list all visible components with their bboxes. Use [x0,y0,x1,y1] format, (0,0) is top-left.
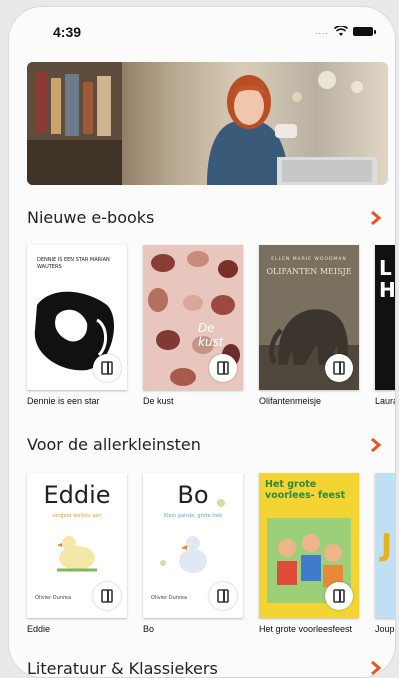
cover-title: DENNIE IS EEN STAR MARIAN WAUTERS [37,257,110,270]
book-title: Bo [143,624,155,634]
cover-title: L H [379,256,396,302]
wifi-icon [334,25,348,36]
book-cover: Bo Klein gansje, grote trek Olivier Dunr… [143,473,243,618]
section-title-nieuwe-ebooks: Nieuwe e-books [27,208,155,227]
book-title: Dennie is een star [27,396,100,406]
book-cover: Het grote voorlees- feest [259,473,359,618]
chevron-right-icon[interactable] [367,209,385,227]
book-title: Olifantenmeisje [259,396,322,406]
book-card[interactable]: ELLEN MARIE WOODMAN OLIFANTEN MEISJE Oli… [259,245,359,407]
cover-author: ELLEN MARIE WOODMAN [271,257,347,262]
chevron-right-icon[interactable] [367,659,385,677]
status-icons: .... [314,21,376,41]
cover-title: Het grote voorlees- feest [265,479,346,501]
ebook-icon [209,582,237,610]
book-card[interactable]: L H Laura [375,245,396,407]
book-card[interactable]: Het grote voorlees- feest Het grote voor… [259,473,359,635]
signal-icon: .... [314,26,329,36]
book-title: Eddie [27,624,51,634]
hero-banner[interactable] [27,62,388,185]
book-card[interactable]: DENNIE IS EEN STAR MARIAN WAUTERS Dennie… [27,245,127,407]
section-title-voor-de-allerkleinsten: Voor de allerkleinsten [27,435,201,454]
ebook-icon [93,582,121,610]
book-cover: Eddie vergeet wellets aan Olivier Dunrea [27,473,127,618]
battery-icon [353,26,376,36]
ebook-icon [325,354,353,382]
book-cover: L H [375,245,396,390]
ebook-icon [325,582,353,610]
book-title: De kust [143,396,174,406]
phone-screen: 4:39 .... Nieuwe e-books DENNIE IS EEN S… [8,6,396,678]
cover-author: Olivier Dunrea [35,595,72,601]
cover-author: Olivier Dunrea [151,595,188,601]
hero-photo [27,62,377,185]
ebook-icon [93,354,121,382]
book-card[interactable]: J Joup [375,473,395,635]
chevron-right-icon[interactable] [367,436,385,454]
cover-title: J [381,528,393,563]
book-row-nieuwe-ebooks: DENNIE IS EEN STAR MARIAN WAUTERS Dennie… [27,245,395,415]
book-cover: DENNIE IS EEN STAR MARIAN WAUTERS [27,245,127,390]
book-cover: ELLEN MARIE WOODMAN OLIFANTEN MEISJE [259,245,359,390]
cover-title: De kust [198,321,224,349]
book-title: Laura [375,396,396,406]
book-card[interactable]: Eddie vergeet wellets aan Olivier Dunrea… [27,473,127,635]
book-cover: De kust [143,245,243,390]
status-time: 4:39 [53,24,82,40]
ebook-icon [209,354,237,382]
book-row-voor-de-allerkleinsten: Eddie vergeet wellets aan Olivier Dunrea… [27,473,395,643]
section-title-literatuur-klassiekers: Literatuur & Klassiekers [27,659,218,678]
book-title: Het grote voorleesfeest [259,624,353,634]
status-bar: 4:39 .... [9,7,395,47]
book-cover: J [375,473,395,618]
book-card[interactable]: De kust De kust [143,245,243,407]
cover-title: OLIFANTEN MEISJE [266,267,352,276]
book-title: Joup [375,624,395,634]
book-card[interactable]: Bo Klein gansje, grote trek Olivier Dunr… [143,473,243,635]
